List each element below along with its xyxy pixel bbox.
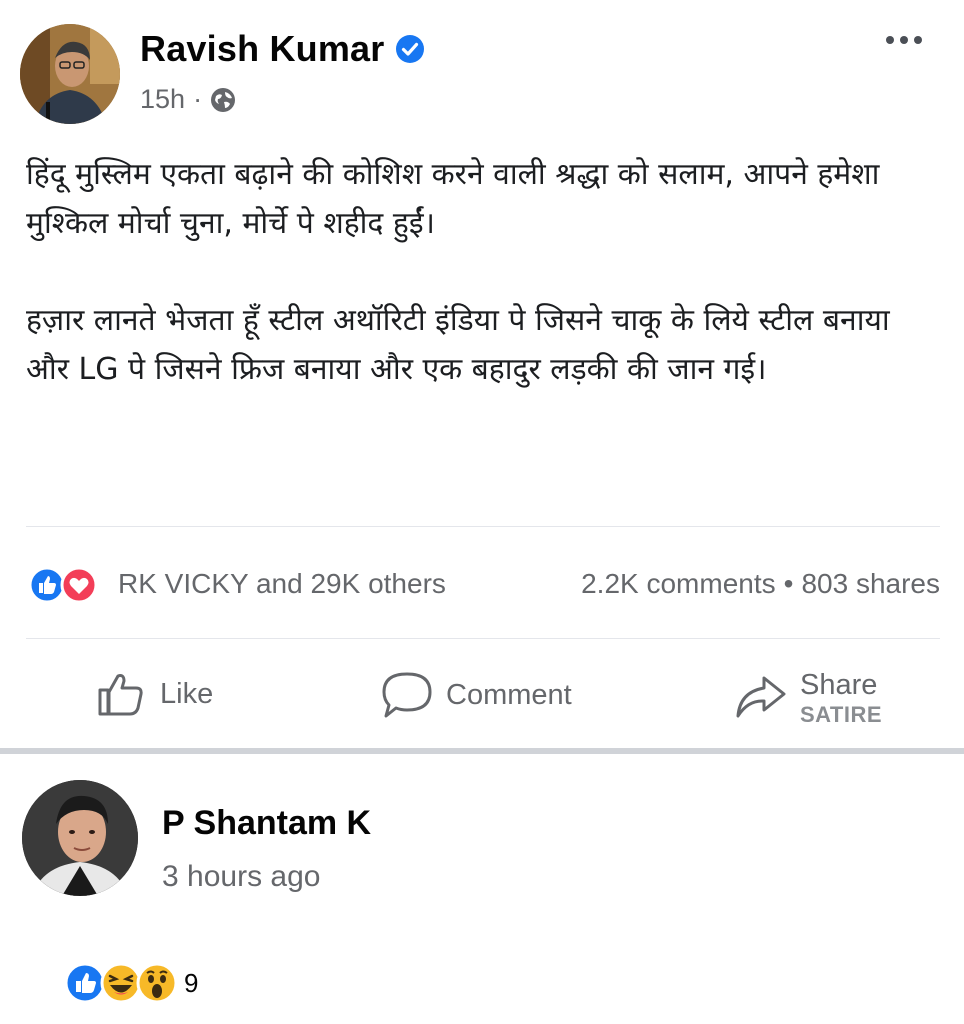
like-button[interactable]: Like: [96, 670, 213, 718]
post-actions: Like Comment Share SATIRE: [0, 664, 964, 744]
post-paragraph-1: हिंदू मुस्लिम एकता बढ़ाने की कोशिश करने …: [26, 157, 880, 241]
comments-count[interactable]: 2.2K comments: [581, 568, 776, 600]
divider: [26, 526, 940, 527]
post-body: हिंदू मुस्लिम एकता बढ़ाने की कोशिश करने …: [26, 150, 941, 442]
comment: P Shantam K 3 hours ago 9: [0, 754, 964, 1024]
verified-badge-icon: [395, 35, 424, 63]
share-icon: [736, 676, 786, 718]
shares-count[interactable]: 803 shares: [801, 568, 940, 600]
comment-label: Comment: [446, 678, 572, 711]
reaction-icons[interactable]: [28, 564, 106, 604]
comment-button[interactable]: Comment: [380, 670, 572, 720]
stats-separator: •: [783, 568, 794, 599]
wow-reaction-icon: [136, 962, 178, 1004]
author-avatar-image: [20, 24, 120, 124]
post-paragraph-2: हज़ार लानते भेजता हूँ स्टील अथॉरिटी इंडि…: [26, 303, 890, 387]
reactions-summary-text[interactable]: RK VICKY and 29K others: [118, 568, 446, 600]
commenter-avatar-image: [22, 780, 138, 896]
comment-icon: [382, 672, 432, 718]
post-meta: 15h ·: [140, 84, 236, 115]
comment-timestamp: 3 hours ago: [162, 860, 321, 893]
reactions-summary-row: RK VICKY and 29K others 2.2K comments • …: [28, 562, 940, 606]
satire-watermark: SATIRE: [800, 702, 883, 727]
post-stats: 2.2K comments • 803 shares: [581, 568, 940, 600]
author-row: Ravish Kumar: [140, 28, 425, 70]
post-timestamp[interactable]: 15h: [140, 84, 185, 115]
commenter-avatar[interactable]: [22, 780, 138, 896]
comment-reactions[interactable]: 9: [64, 962, 198, 1004]
like-label: Like: [160, 677, 214, 710]
share-button[interactable]: Share SATIRE: [734, 670, 882, 730]
comment-reaction-count: 9: [184, 967, 199, 998]
share-label: Share: [800, 669, 878, 701]
author-name[interactable]: Ravish Kumar: [140, 28, 385, 70]
divider: [26, 638, 940, 639]
meta-separator: ·: [193, 84, 203, 114]
globe-icon: [211, 87, 236, 112]
love-reaction-icon: [60, 566, 98, 604]
more-options-icon[interactable]: [886, 36, 922, 44]
commenter-name[interactable]: P Shantam K: [162, 804, 371, 843]
post-card: Ravish Kumar 15h · हिंदू मुस्लिम एकता बढ…: [0, 0, 964, 752]
author-avatar[interactable]: [20, 24, 120, 124]
like-icon: [98, 674, 143, 716]
